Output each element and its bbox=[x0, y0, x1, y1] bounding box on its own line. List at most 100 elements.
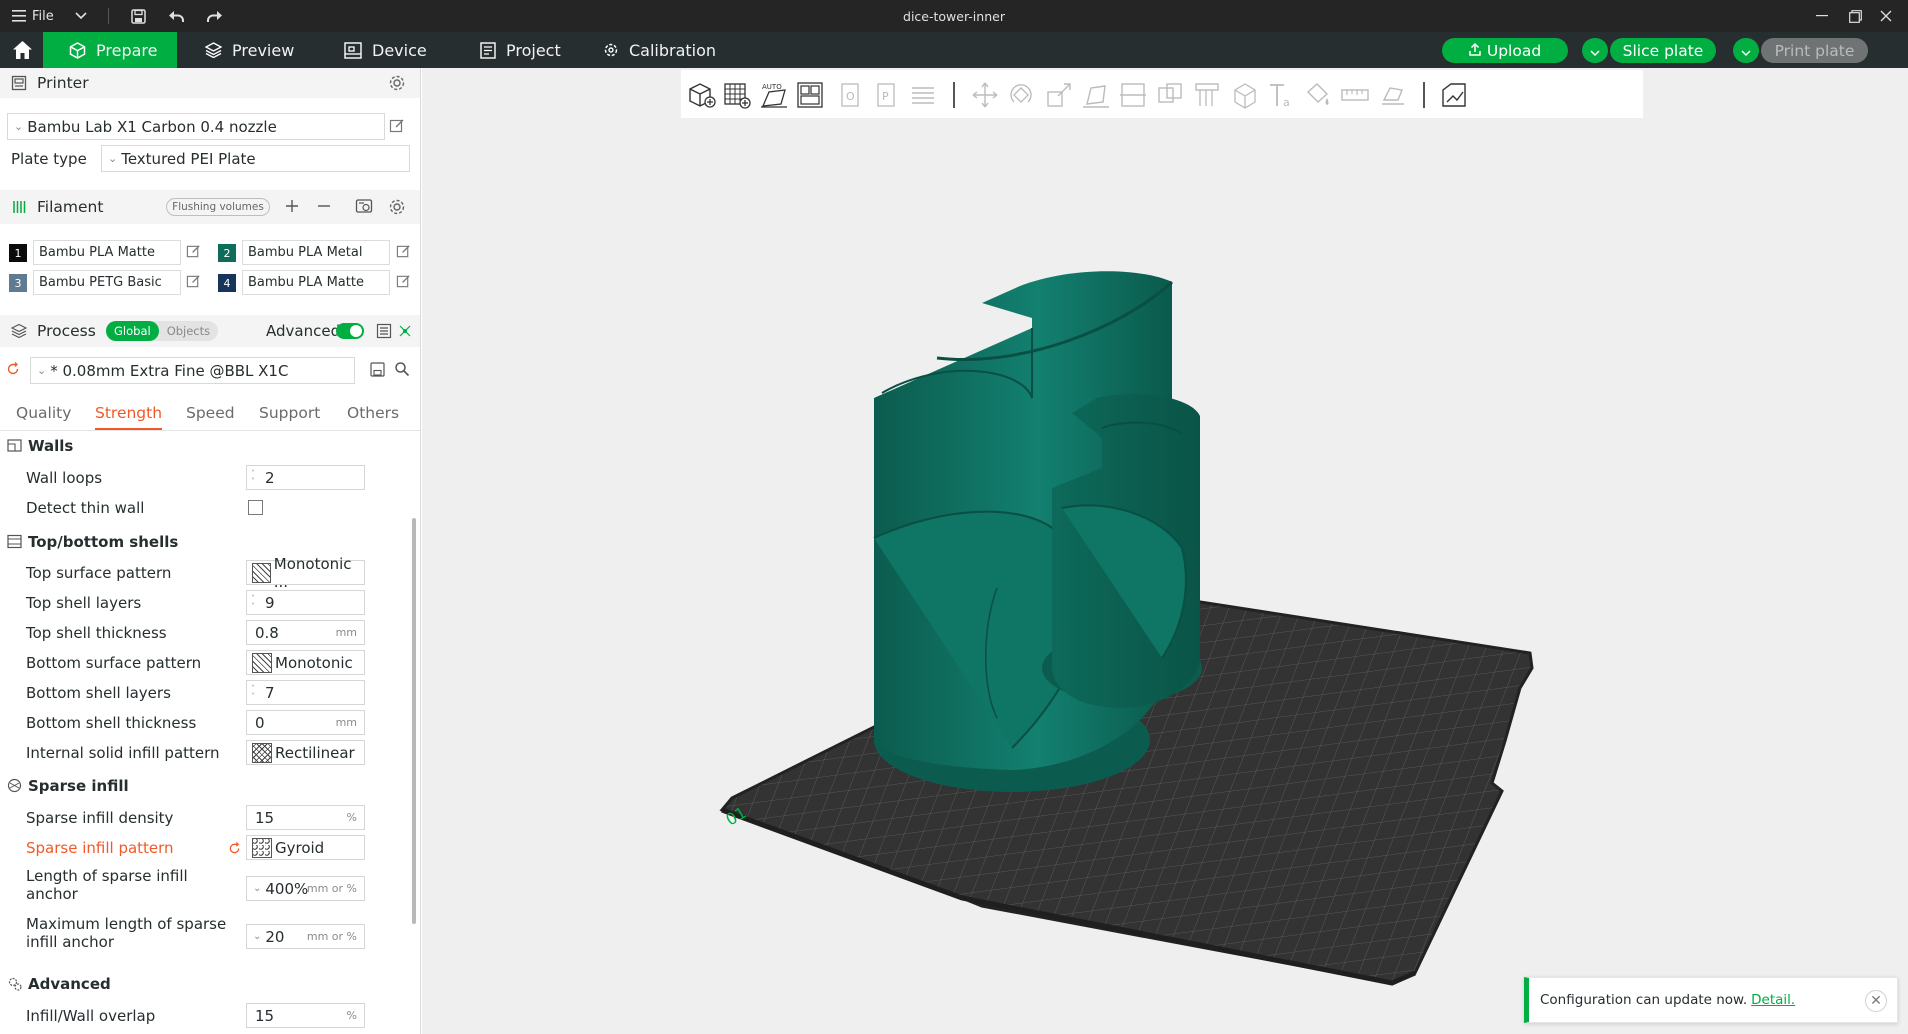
tab-calibration[interactable]: Calibration bbox=[603, 32, 716, 68]
advanced-toggle[interactable] bbox=[336, 323, 364, 339]
bottom-shell-layers-input[interactable]: ˄ ˅ 7 bbox=[246, 680, 365, 705]
slice-plate-button[interactable]: Slice plate bbox=[1610, 38, 1716, 63]
infill-wall-overlap-input[interactable]: 15 % bbox=[246, 1003, 365, 1028]
sparse-infill-density-label: Sparse infill density bbox=[26, 809, 174, 827]
add-filament-icon[interactable] bbox=[284, 198, 300, 214]
gear-icon[interactable] bbox=[388, 198, 406, 216]
process-preset-select[interactable]: ⌄ * 0.08mm Extra Fine @BBL X1C bbox=[30, 357, 355, 384]
tab-prepare[interactable]: Prepare bbox=[43, 32, 177, 68]
close-window-icon[interactable] bbox=[1872, 0, 1900, 32]
tab-quality[interactable]: Quality bbox=[16, 404, 71, 422]
top-shell-thickness-input[interactable]: 0.8 mm bbox=[246, 620, 365, 645]
edit-icon[interactable] bbox=[396, 244, 411, 259]
edit-icon[interactable] bbox=[396, 274, 411, 289]
3d-viewport[interactable]: AUTO O P a 01 bbox=[422, 68, 1908, 1034]
tab-project-label: Project bbox=[506, 40, 561, 60]
reset-icon[interactable] bbox=[228, 842, 241, 855]
filament-4-select[interactable]: Bambu PLA Matte bbox=[242, 270, 390, 295]
reset-icon[interactable] bbox=[6, 362, 20, 376]
spin-arrows-icon[interactable]: ˄ ˅ bbox=[251, 684, 255, 701]
maximize-icon[interactable] bbox=[1841, 0, 1869, 32]
bottom-shell-layers-label: Bottom shell layers bbox=[26, 684, 171, 702]
process-scope-toggle[interactable]: Global Objects bbox=[106, 321, 219, 341]
filament-2-select[interactable]: Bambu PLA Metal bbox=[242, 240, 390, 265]
list-view-icon[interactable] bbox=[376, 323, 392, 339]
tab-strength[interactable]: Strength bbox=[95, 404, 163, 430]
filament-badge-1: 1 bbox=[9, 244, 27, 262]
printer-section-title: Printer bbox=[37, 74, 89, 92]
advanced-gears-icon bbox=[7, 976, 23, 992]
top-shell-layers-input[interactable]: ˄ ˅ 9 bbox=[246, 590, 365, 615]
filament-3-select[interactable]: Bambu PETG Basic bbox=[33, 270, 181, 295]
remove-filament-icon[interactable] bbox=[316, 198, 332, 214]
slice-options-dropdown[interactable] bbox=[1582, 38, 1608, 63]
spin-arrows-icon[interactable]: ˄ ˅ bbox=[251, 594, 255, 611]
redo-icon[interactable] bbox=[203, 0, 227, 32]
filament-badge-3: 3 bbox=[9, 274, 27, 292]
shells-group-header: Top/bottom shells bbox=[0, 529, 405, 555]
advanced-title: Advanced bbox=[28, 975, 111, 993]
main-tab-bar: Prepare Preview Device Project Calibrati… bbox=[0, 32, 1908, 68]
sparse-infill-title: Sparse infill bbox=[28, 777, 129, 795]
internal-solid-infill-select[interactable]: Rectilinear bbox=[246, 740, 365, 765]
plate-type-select[interactable]: ⌄ Textured PEI Plate bbox=[101, 145, 410, 172]
spin-arrows-icon[interactable]: ˄ ˅ bbox=[251, 469, 255, 486]
flushing-volumes-button[interactable]: Flushing volumes bbox=[166, 198, 270, 216]
undo-icon[interactable] bbox=[164, 0, 188, 32]
filament-sync-icon[interactable] bbox=[355, 198, 373, 214]
filament-1-select[interactable]: Bambu PLA Matte bbox=[33, 240, 181, 265]
shells-title: Top/bottom shells bbox=[28, 533, 179, 551]
save-icon[interactable] bbox=[126, 0, 150, 32]
objects-option[interactable]: Objects bbox=[159, 321, 218, 341]
anchor-length-select[interactable]: ⌄ 400% mm or % bbox=[246, 876, 365, 901]
sidebar-scrollbar[interactable] bbox=[412, 518, 416, 924]
minimize-icon[interactable] bbox=[1808, 0, 1836, 32]
walls-title: Walls bbox=[28, 437, 74, 455]
project-icon bbox=[480, 41, 496, 59]
bottom-surface-pattern-select[interactable]: Monotonic bbox=[246, 650, 365, 675]
tab-speed[interactable]: Speed bbox=[186, 404, 235, 422]
close-icon[interactable]: ✕ bbox=[1865, 990, 1887, 1012]
bottom-shell-thickness-input[interactable]: 0 mm bbox=[246, 710, 365, 735]
edit-icon[interactable] bbox=[389, 118, 405, 134]
process-section-header: Process Global Objects Advanced bbox=[0, 315, 420, 347]
tab-preview[interactable]: Preview bbox=[205, 32, 294, 68]
edit-icon[interactable] bbox=[186, 244, 201, 259]
search-icon[interactable] bbox=[394, 361, 410, 377]
chevron-down-icon bbox=[1590, 42, 1600, 60]
home-icon[interactable] bbox=[8, 32, 36, 68]
top-surface-pattern-select[interactable]: Monotonic ... bbox=[246, 555, 365, 591]
sparse-infill-pattern-select[interactable]: Gyroid bbox=[246, 835, 365, 860]
process-subtabs: Quality Strength Speed Support Others bbox=[0, 397, 420, 431]
sparse-infill-density-input[interactable]: 15 % bbox=[246, 805, 365, 830]
printer-section-header: Printer bbox=[0, 68, 420, 98]
tab-project[interactable]: Project bbox=[480, 32, 561, 68]
detect-thin-wall-checkbox[interactable] bbox=[248, 500, 263, 515]
build-plate-scene: 01 bbox=[719, 271, 1534, 986]
file-menu[interactable]: File bbox=[12, 0, 62, 32]
print-plate-button[interactable]: Print plate bbox=[1761, 38, 1868, 63]
tab-support[interactable]: Support bbox=[259, 404, 320, 422]
upload-button[interactable]: Upload bbox=[1442, 38, 1568, 63]
tab-others[interactable]: Others bbox=[347, 404, 399, 422]
shells-icon bbox=[7, 534, 22, 549]
compare-icon[interactable] bbox=[397, 323, 413, 339]
printer-preset-select[interactable]: ⌄ Bambu Lab X1 Carbon 0.4 nozzle bbox=[7, 113, 385, 140]
filament-badge-4: 4 bbox=[218, 274, 236, 292]
tab-device[interactable]: Device bbox=[344, 32, 427, 68]
advanced-group-header: Advanced bbox=[0, 971, 405, 997]
top-shell-thickness-label: Top shell thickness bbox=[26, 624, 167, 642]
gear-icon[interactable] bbox=[388, 74, 406, 92]
save-preset-icon[interactable] bbox=[370, 362, 385, 377]
wall-loops-label: Wall loops bbox=[26, 469, 103, 487]
edit-icon[interactable] bbox=[186, 274, 201, 289]
tab-prepare-label: Prepare bbox=[96, 40, 158, 60]
monotonic-pattern-icon bbox=[252, 652, 272, 673]
wall-loops-input[interactable]: ˄ ˅ 2 bbox=[246, 465, 365, 490]
print-options-dropdown[interactable] bbox=[1733, 38, 1759, 63]
global-option[interactable]: Global bbox=[106, 321, 159, 341]
chevron-down-icon[interactable] bbox=[70, 0, 92, 32]
max-anchor-length-select[interactable]: ⌄ 20 mm or % bbox=[246, 924, 365, 949]
notification-detail-link[interactable]: Detail. bbox=[1751, 992, 1795, 1008]
tab-preview-label: Preview bbox=[232, 40, 295, 60]
